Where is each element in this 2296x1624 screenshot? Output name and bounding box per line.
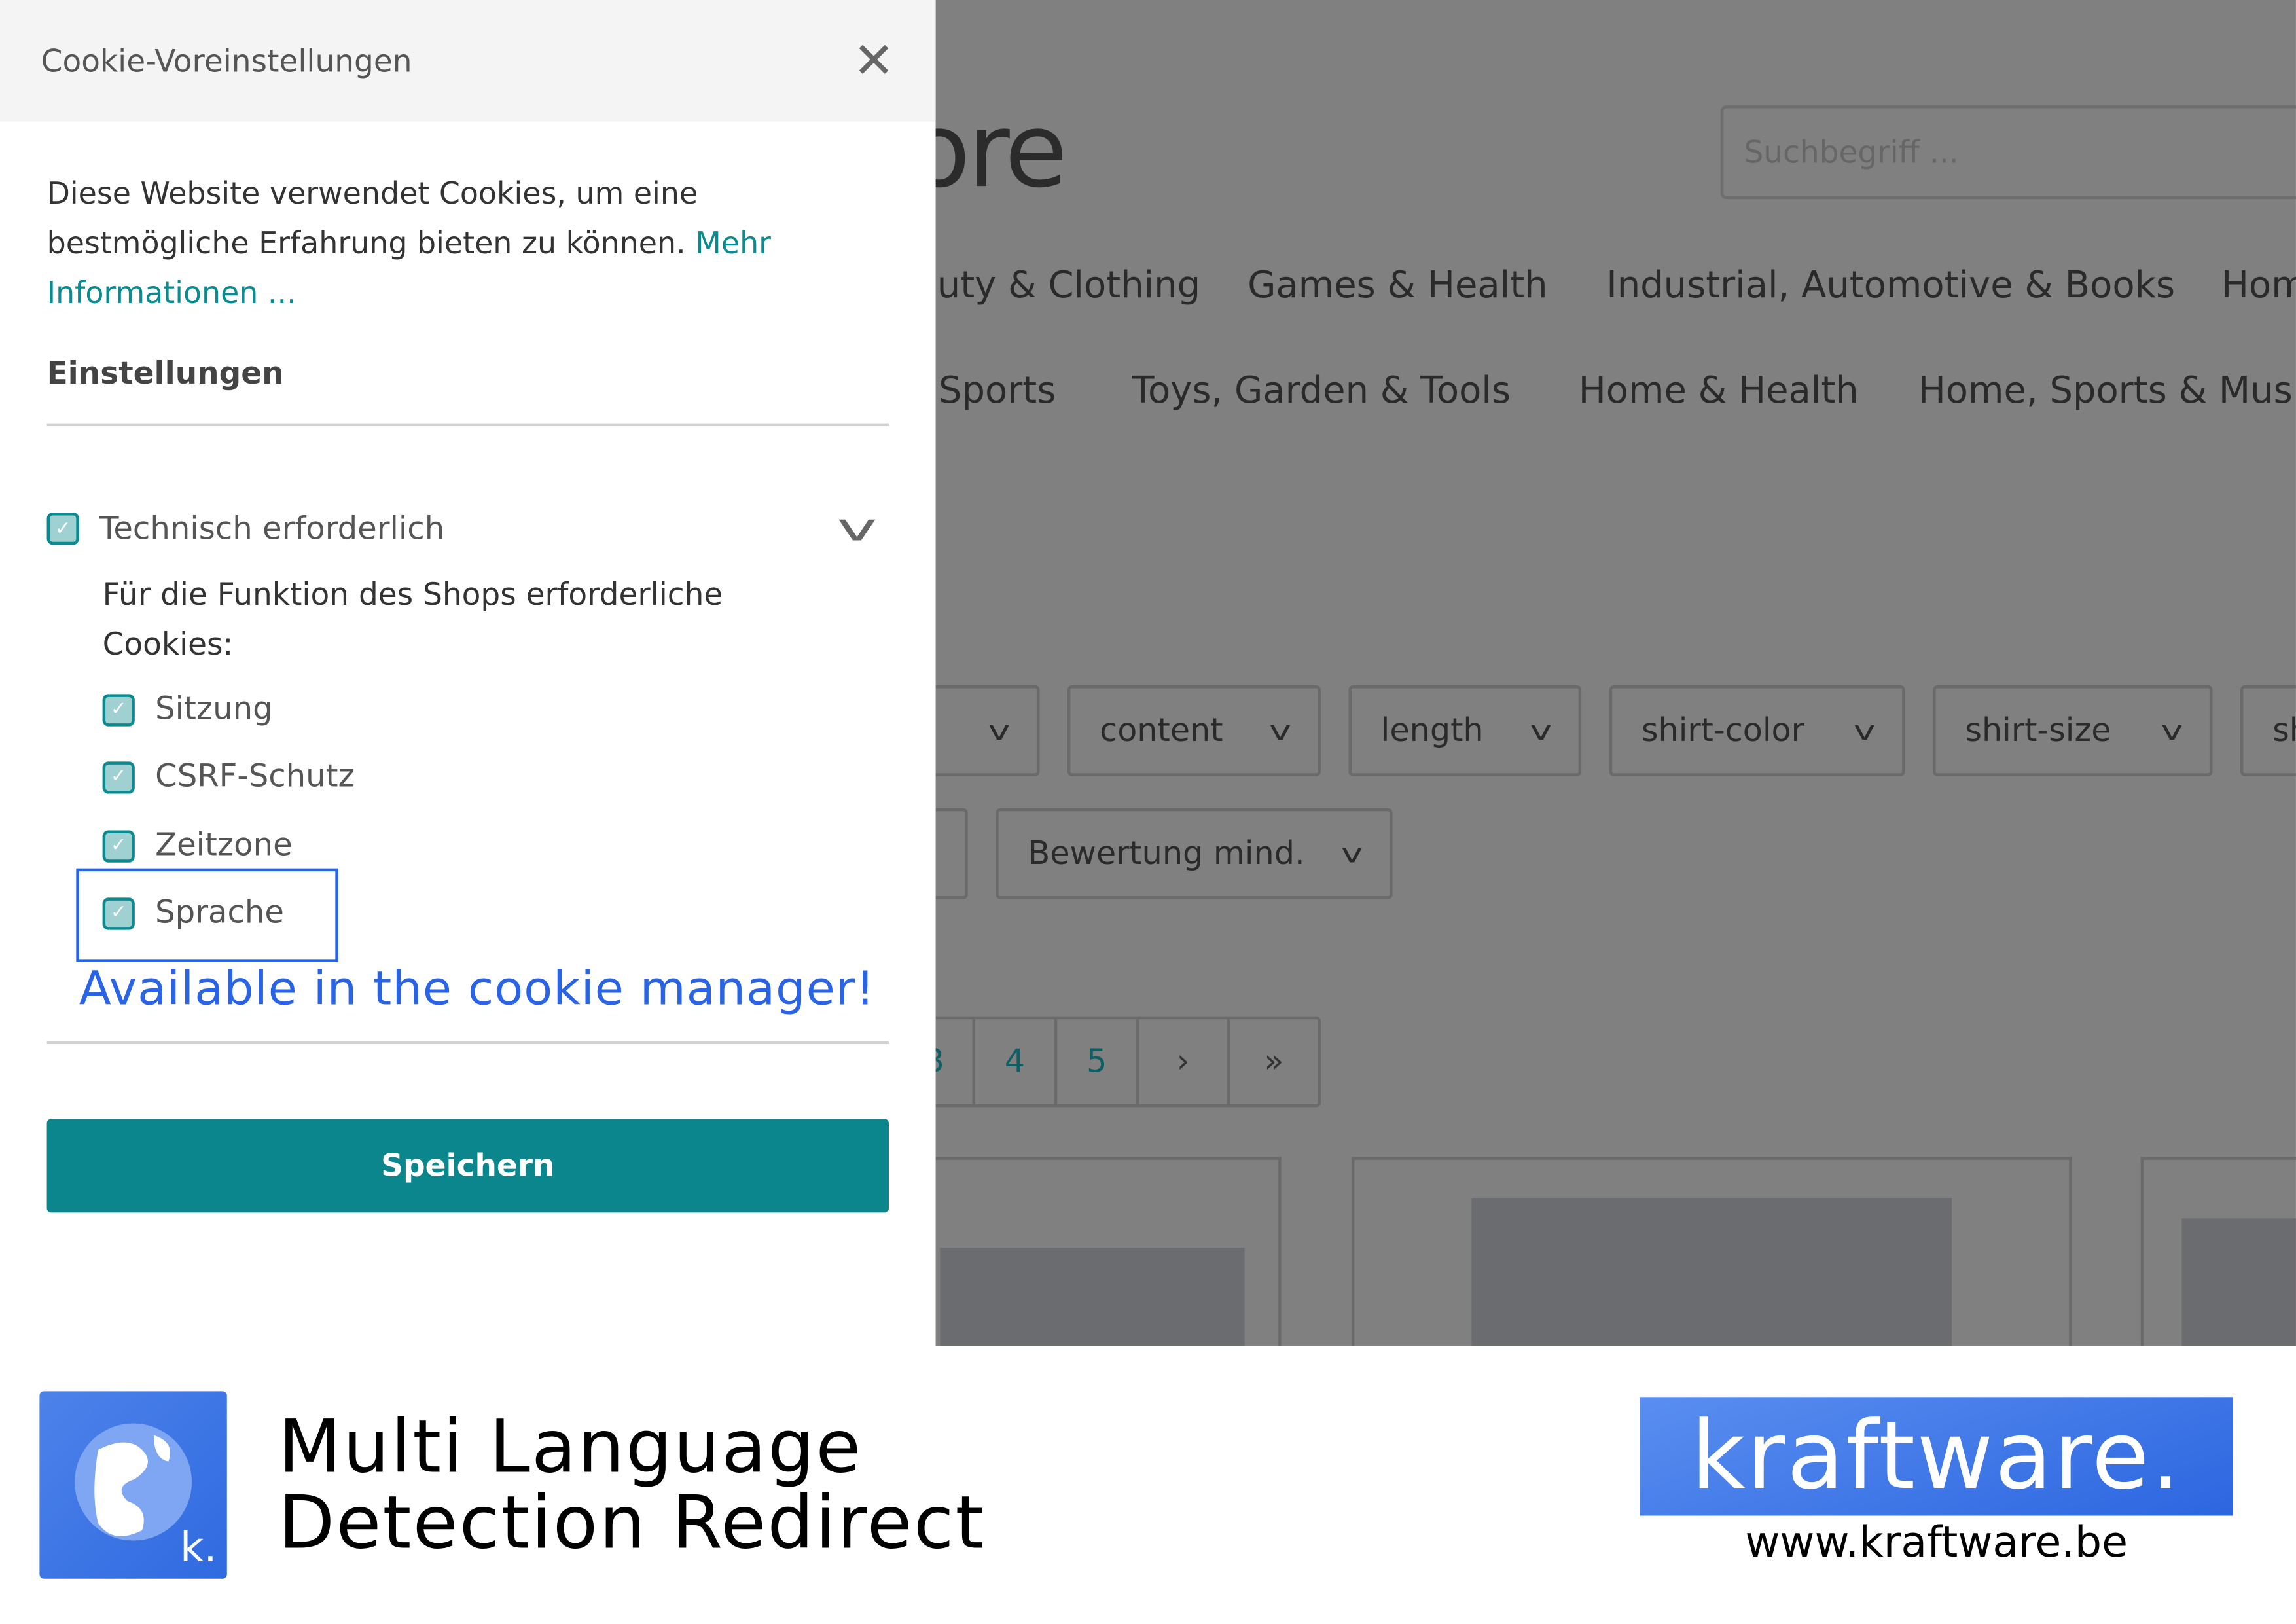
product-card[interactable] [1351, 1157, 2072, 1346]
filter-select-rating[interactable]: Bewertung mind. v [996, 808, 1393, 899]
next-page-button[interactable]: › [1136, 1019, 1227, 1104]
divider [46, 423, 889, 427]
group-description: Für die Funktion des Shops erforderliche… [102, 577, 723, 662]
intro-text: Diese Website verwendet Cookies, um eine… [47, 168, 867, 317]
panel-title: Cookie-Voreinstellungen [41, 43, 412, 79]
group-label: Technisch erforderlich [99, 510, 445, 547]
title-line-1: Multi Language [278, 1404, 863, 1490]
cookie-item-session[interactable]: ✓ Sitzung [102, 691, 273, 728]
product-image [940, 1248, 1245, 1346]
nav-item[interactable]: uty & Clothing [937, 264, 1200, 306]
chevron-down-icon: v [1854, 715, 1876, 746]
cookie-item-csrf[interactable]: ✓ CSRF-Schutz [102, 758, 355, 795]
save-button[interactable]: Speichern [46, 1119, 889, 1213]
title-line-2: Detection Redirect [278, 1480, 986, 1566]
nav-item[interactable]: Sports [939, 369, 1056, 412]
filter-select-length[interactable]: length v [1348, 685, 1582, 776]
filter-label: sh [2272, 712, 2296, 749]
filter-select-shirt-size[interactable]: shirt-size v [1933, 685, 2213, 776]
search-input[interactable]: Suchbegriff ... [1720, 105, 2296, 200]
highlight-box [76, 868, 338, 962]
pagination: 3 4 5 › » [893, 1016, 1321, 1108]
chevron-down-icon[interactable]: v [836, 507, 877, 550]
filter-label: Bewertung mind. [1028, 835, 1305, 873]
filter-select-content[interactable]: content v [1067, 685, 1321, 776]
intro-body: Diese Website verwendet Cookies, um eine… [46, 175, 698, 261]
checkbox-checked-icon[interactable]: ✓ [102, 829, 135, 862]
cookie-label: Zeitzone [155, 827, 293, 864]
filter-label: shirt-color [1641, 712, 1804, 749]
checkbox-checked-icon[interactable]: ✓ [102, 693, 135, 726]
filter-label: content [1100, 712, 1223, 749]
cookie-item-timezone[interactable]: ✓ Zeitzone [102, 827, 293, 864]
app-icon-letter: k. [180, 1523, 217, 1572]
filter-label: length [1380, 712, 1484, 749]
settings-heading: Einstellungen [46, 355, 284, 391]
app-icon: k. [39, 1391, 227, 1579]
cookie-group-technical[interactable]: ✓ Technisch erforderlich v [46, 507, 889, 550]
panel-header: Cookie-Voreinstellungen ✕ [0, 0, 936, 122]
filter-select-shirt-color[interactable]: shirt-color v [1609, 685, 1905, 776]
nav-item[interactable]: Games & Health [1247, 264, 1547, 306]
divider [46, 1041, 889, 1045]
chevron-down-icon: v [988, 715, 1011, 746]
nav-item[interactable]: Hom [2221, 264, 2296, 306]
checkbox-checked-icon[interactable]: ✓ [102, 761, 135, 793]
chevron-down-icon: v [1270, 715, 1292, 746]
checkbox-checked-icon[interactable]: ✓ [46, 513, 79, 545]
brand-logo: kraftware. [1640, 1397, 2233, 1516]
last-page-button[interactable]: » [1227, 1019, 1318, 1104]
product-image [2181, 1218, 2296, 1346]
product-card[interactable] [2140, 1157, 2296, 1346]
chevron-down-icon: v [1341, 838, 1364, 869]
nav-item[interactable]: Home & Health [1579, 369, 1859, 412]
page-4[interactable]: 4 [972, 1019, 1054, 1104]
filter-select[interactable]: sh [2240, 685, 2296, 776]
chevron-down-icon: v [1530, 715, 1552, 746]
annotation-text: Available in the cookie manager! [79, 960, 876, 1017]
nav-item[interactable]: Home, Sports & Music [1918, 369, 2296, 412]
chevron-down-icon: v [2161, 715, 2183, 746]
close-icon[interactable]: ✕ [853, 31, 895, 90]
cookie-label: CSRF-Schutz [155, 758, 355, 795]
cookie-settings-panel: Cookie-Voreinstellungen ✕ Diese Website … [0, 0, 936, 1346]
cookie-label: Sitzung [155, 691, 273, 728]
product-title: Multi Language Detection Redirect [278, 1409, 986, 1561]
filter-label: shirt-size [1965, 712, 2111, 749]
page-5[interactable]: 5 [1054, 1019, 1136, 1104]
product-card[interactable] [878, 1157, 1282, 1346]
nav-item[interactable]: Industrial, Automotive & Books [1606, 264, 2175, 306]
product-image [1471, 1198, 1952, 1346]
brand-url: www.kraftware.be [1745, 1517, 2128, 1567]
nav-item[interactable]: Toys, Garden & Tools [1132, 369, 1511, 412]
